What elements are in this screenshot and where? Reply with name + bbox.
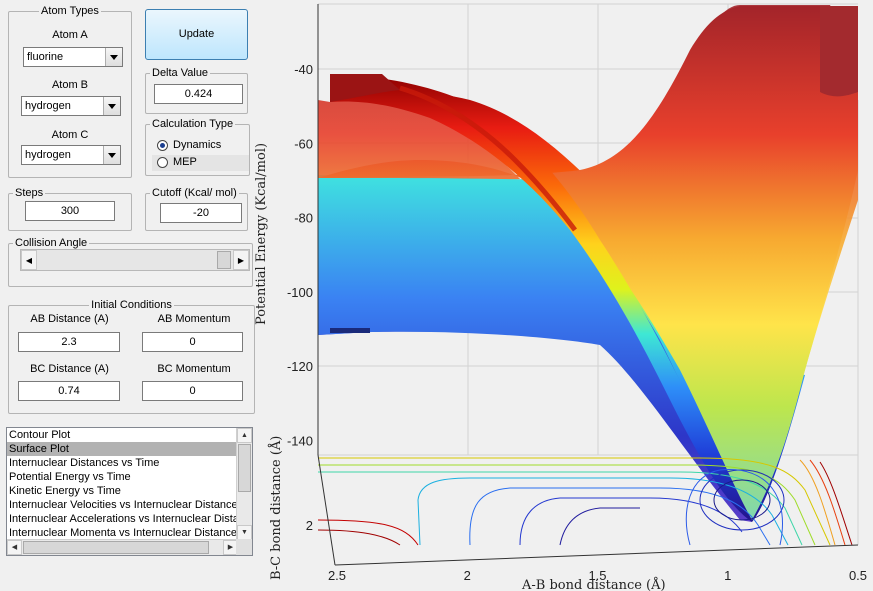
z-tick-label: -140 [287,433,313,448]
atom-c-value: hydrogen [25,149,71,161]
atom-a-select[interactable]: fluorine [23,47,123,67]
y-axis-label: B-C bond distance (Å) [268,436,284,580]
potential-energy-surface [318,5,858,522]
initial-conditions-legend: Initial Conditions [91,299,172,311]
scroll-right-icon[interactable]: ▶ [233,250,249,270]
z-tick-label: -120 [287,359,313,374]
collision-angle-legend: Collision Angle [15,237,88,249]
scrollbar-corner [236,539,252,555]
collision-angle-slider[interactable]: ◀ ▶ [20,249,250,271]
x-tick-label: 2 [464,568,471,583]
plot-type-item[interactable]: Contour Plot [7,428,252,442]
plot-list-horizontal-scrollbar[interactable]: ◀ ▶ [7,539,238,555]
calculation-type-legend: Calculation Type [152,118,234,130]
bc-distance-input[interactable]: 0.74 [18,381,120,401]
chevron-down-icon[interactable] [105,48,122,66]
z-tick-label: -40 [294,62,313,77]
update-button[interactable]: Update [145,9,248,60]
surface-plot: -40-60-80-100-120-1402.5 2 1.5 1 0.52 Potent… [255,3,867,591]
chevron-down-icon[interactable] [103,146,120,164]
steps-input[interactable]: 300 [25,201,115,221]
mep-radio[interactable] [157,157,168,168]
steps-legend: Steps [15,187,44,199]
atom-c-select[interactable]: hydrogen [21,145,121,165]
x-tick-label: 1 [724,568,731,583]
atom-c-label: Atom C [51,129,89,141]
plot-list-vertical-scrollbar[interactable]: ▲ ▼ [236,428,252,540]
z-tick-label: -80 [294,211,313,226]
cutoff-legend: Cutoff (Kcal/ mol) [152,187,237,199]
atom-a-value: fluorine [27,51,64,63]
plot-type-listbox[interactable]: Contour Plot Surface Plot Internuclear Dis… [6,427,253,556]
atom-b-label: Atom B [51,79,89,91]
plot-type-item[interactable]: Surface Plot [7,442,252,456]
plot-type-item[interactable]: Internuclear Accelerations vs Internucle… [7,512,252,526]
scroll-left-icon[interactable]: ◀ [7,540,22,555]
atom-types-legend: Atom Types [41,5,99,17]
delta-value-legend: Delta Value [152,67,209,79]
delta-value-input[interactable]: 0.424 [154,84,243,104]
plot-list-hscroll-thumb[interactable] [23,541,209,554]
ab-distance-input[interactable]: 2.3 [18,332,120,352]
x-axis-label: A-B bond distance (Å) [521,577,666,591]
dynamics-label: Dynamics [173,139,222,151]
plot-type-item[interactable]: Internuclear Momenta vs Internuclear Dis… [7,526,252,540]
z-axis-label: Potential Energy (Kcal/mol) [255,143,269,325]
bc-momentum-label: BC Momentum [157,363,231,375]
scroll-left-icon[interactable]: ◀ [21,250,37,270]
mep-label: MEP [173,156,197,168]
atom-b-value: hydrogen [25,100,71,112]
plot-type-item[interactable]: Internuclear Velocities vs Internuclear … [7,498,252,512]
plot-type-item[interactable]: Internuclear Distances vs Time [7,456,252,470]
x-tick-label: 0.5 [849,568,867,583]
chevron-down-icon[interactable] [103,97,120,115]
plot-type-item[interactable]: Potential Energy vs Time [7,470,252,484]
plot-type-item[interactable]: Kinetic Energy vs Time [7,484,252,498]
cutoff-input[interactable]: -20 [160,203,242,223]
z-tick-label: -100 [287,285,313,300]
atom-a-label: Atom A [52,29,88,41]
x-tick-label: 2.5 [328,568,346,583]
ab-momentum-input[interactable]: 0 [142,332,243,352]
bc-distance-label: BC Distance (A) [30,363,109,375]
collision-angle-slider-thumb[interactable] [217,251,231,269]
dynamics-radio[interactable] [157,140,168,151]
plot-type-list: Contour Plot Surface Plot Internuclear Dis… [7,428,252,540]
ab-momentum-label: AB Momentum [157,313,231,325]
z-tick-label: -60 [294,136,313,151]
bc-momentum-input[interactable]: 0 [142,381,243,401]
atom-b-select[interactable]: hydrogen [21,96,121,116]
plot-list-scroll-thumb[interactable] [238,444,251,492]
scroll-down-icon[interactable]: ▼ [237,525,252,540]
y-tick-label: 2 [306,518,313,533]
scroll-up-icon[interactable]: ▲ [237,428,252,443]
ab-distance-label: AB Distance (A) [30,313,109,325]
